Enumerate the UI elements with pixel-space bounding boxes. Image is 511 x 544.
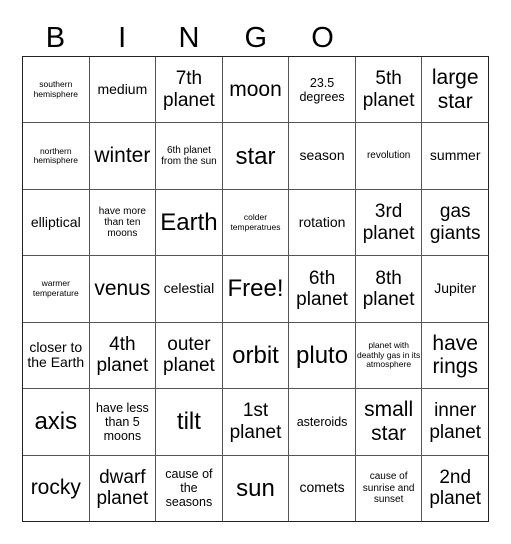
bingo-cell[interactable]: large star: [422, 57, 489, 124]
bingo-cell[interactable]: elliptical: [23, 189, 90, 257]
bingo-cell[interactable]: rotation: [289, 189, 356, 257]
bingo-cell[interactable]: planet with deathly gas in its atmospher…: [355, 322, 423, 390]
bingo-cell[interactable]: summer: [422, 123, 489, 190]
bingo-cell[interactable]: star: [222, 123, 290, 190]
bingo-cell[interactable]: season: [289, 123, 356, 190]
header-letter-i: I: [118, 22, 127, 54]
bingo-board: southern hemisphere medium 7th planet mo…: [22, 56, 489, 522]
bingo-cell[interactable]: closer to the Earth: [23, 322, 90, 390]
bingo-cell[interactable]: northern hemisphere: [23, 123, 90, 190]
bingo-cell[interactable]: cause of the seasons: [156, 455, 223, 522]
bingo-cell[interactable]: have rings: [422, 322, 489, 390]
bingo-cell[interactable]: 4th planet: [89, 322, 157, 390]
bingo-cell[interactable]: gas giants: [422, 189, 489, 257]
bingo-cell[interactable]: axis: [23, 389, 90, 456]
bingo-cell[interactable]: 7th planet: [156, 57, 223, 124]
bingo-cell[interactable]: tilt: [156, 389, 223, 456]
bingo-cell[interactable]: asteroids: [289, 389, 356, 456]
bingo-cell[interactable]: southern hemisphere: [23, 57, 90, 124]
bingo-cell[interactable]: 3rd planet: [355, 189, 423, 257]
bingo-cell[interactable]: celestial: [156, 256, 223, 323]
bingo-cell[interactable]: inner planet: [422, 389, 489, 456]
header-letter-g: G: [244, 22, 268, 54]
bingo-header: B I N G O: [22, 20, 356, 56]
bingo-cell[interactable]: 1st planet: [222, 389, 290, 456]
bingo-cell[interactable]: 5th planet: [355, 57, 423, 124]
bingo-cell[interactable]: colder temperatrues: [222, 189, 290, 257]
bingo-cell[interactable]: 8th planet: [355, 256, 423, 323]
bingo-cell[interactable]: dwarf planet: [89, 455, 157, 522]
bingo-cell[interactable]: outer planet: [156, 322, 223, 390]
bingo-cell[interactable]: rocky: [23, 455, 90, 522]
bingo-cell[interactable]: 2nd planet: [422, 455, 489, 522]
header-letter-n: N: [178, 22, 200, 54]
bingo-cell[interactable]: Jupiter: [422, 256, 489, 323]
bingo-cell[interactable]: medium: [89, 57, 157, 124]
bingo-cell[interactable]: Earth: [156, 189, 223, 257]
bingo-cell[interactable]: small star: [355, 389, 423, 456]
bingo-cell[interactable]: sun: [222, 455, 290, 522]
bingo-cell[interactable]: revolution: [355, 123, 423, 190]
bingo-cell[interactable]: venus: [89, 256, 157, 323]
bingo-cell[interactable]: 23.5 degrees: [289, 57, 356, 124]
bingo-cell[interactable]: moon: [222, 57, 290, 124]
bingo-cell[interactable]: comets: [289, 455, 356, 522]
bingo-cell[interactable]: 6th planet: [289, 256, 356, 323]
bingo-cell[interactable]: warmer temperature: [23, 256, 90, 323]
free-space[interactable]: Free!: [222, 256, 290, 323]
header-letter-b: B: [45, 22, 66, 54]
bingo-cell[interactable]: have less than 5 moons: [89, 389, 157, 456]
bingo-cell[interactable]: pluto: [289, 322, 356, 390]
header-letter-o: O: [311, 22, 334, 54]
bingo-cell[interactable]: have more than ten moons: [89, 189, 157, 257]
bingo-cell[interactable]: orbit: [222, 322, 290, 390]
bingo-cell[interactable]: winter: [89, 123, 157, 190]
bingo-cell[interactable]: 6th planet from the sun: [156, 123, 223, 190]
bingo-cell[interactable]: cause of sunrise and sunset: [355, 455, 423, 522]
